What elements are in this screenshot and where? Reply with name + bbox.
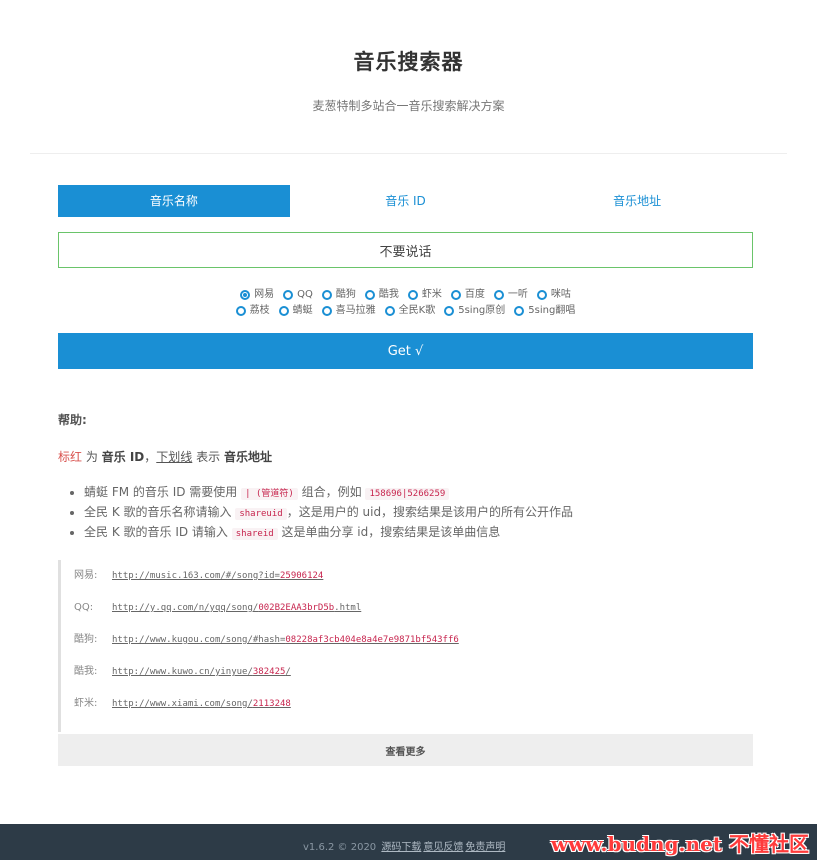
example-link[interactable]: http://www.xiami.com/song/2113248: [112, 699, 291, 709]
source-label: 酷我: [378, 289, 399, 300]
footer-link-disclaimer[interactable]: 免责声明: [465, 842, 505, 853]
source-radio[interactable]: 蜻蜓: [278, 303, 313, 319]
get-button[interactable]: Get √: [58, 333, 753, 369]
source-label: 咪咕: [550, 289, 571, 300]
source-label: 虾米: [421, 289, 442, 300]
radio-circle-icon[interactable]: [321, 306, 332, 316]
legend-text: 为: [82, 450, 102, 464]
source-label: 网易: [254, 289, 275, 300]
radio-circle-icon[interactable]: [240, 290, 251, 300]
radio-circle-icon[interactable]: [493, 290, 504, 300]
tab-music-id[interactable]: 音乐 ID: [290, 185, 522, 217]
radio-circle-icon[interactable]: [384, 306, 395, 316]
source-label: 蜻蜓: [292, 305, 313, 316]
source-radio[interactable]: 酷狗: [321, 287, 356, 303]
radio-circle-icon[interactable]: [450, 290, 461, 300]
source-radio[interactable]: 咪咕: [536, 287, 571, 303]
radio-circle-icon[interactable]: [407, 290, 418, 300]
example-link[interactable]: http://www.kuwo.cn/yinyue/382425/: [112, 667, 291, 677]
source-radio[interactable]: 网易: [240, 287, 274, 303]
example-row: QQ: http://y.qq.com/n/yqq/song/002B2EAA3b…: [74, 602, 362, 613]
help-item: 蜻蜓 FM 的音乐 ID 需要使用 | (管道符) 组合，例如 158696|5…: [84, 483, 753, 503]
source-label: 一听: [507, 289, 528, 300]
source-radio[interactable]: 5sing原创: [444, 303, 505, 319]
radio-circle-icon[interactable]: [514, 306, 525, 316]
page-footer: v1.6.2 © 2020 源码下载 意见反馈 免责声明 www.budng.net…: [0, 824, 817, 860]
example-row: 虾米: http://www.xiami.com/song/2113248: [74, 698, 291, 709]
example-link[interactable]: http://music.163.com/#/song?id=25906124: [112, 571, 323, 581]
legend-bold-id: 音乐 ID: [101, 450, 145, 464]
source-label: 酷狗: [335, 289, 356, 300]
legend-text: 表示: [192, 450, 224, 464]
search-mode-tabs: 音乐名称 音乐 ID 音乐地址: [58, 185, 753, 217]
tab-music-url[interactable]: 音乐地址: [521, 185, 753, 217]
help-title: 帮助:: [58, 413, 87, 427]
example-row: 网易: http://music.163.com/#/song?id=259061…: [74, 570, 324, 581]
example-link[interactable]: http://y.qq.com/n/yqq/song/002B2EAA3brD5…: [112, 603, 361, 613]
footer-text: v1.6.2 © 2020 源码下载 意见反馈 免责声明: [303, 838, 505, 853]
source-label: 全民K歌: [398, 305, 436, 316]
legend-bold-url: 音乐地址: [223, 450, 272, 464]
radio-circle-icon[interactable]: [536, 290, 547, 300]
radio-circle-icon[interactable]: [235, 306, 246, 316]
tab-music-name[interactable]: 音乐名称: [58, 185, 290, 217]
source-radio[interactable]: 虾米: [407, 287, 442, 303]
help-item: 全民 K 歌的音乐 ID 请输入 shareid 这是单曲分享 id，搜索结果是…: [84, 523, 753, 543]
radio-circle-icon[interactable]: [364, 290, 375, 300]
example-row: 酷狗: http://www.kugou.com/song/#hash=08228…: [74, 634, 459, 645]
help-item: 全民 K 歌的音乐名称请输入 shareuid，这是用户的 uid，搜索结果是该…: [84, 503, 753, 523]
footer-version: v1.6.2 © 2020: [303, 842, 380, 853]
legend-underline: 下划线: [156, 450, 193, 464]
show-more-button[interactable]: 查看更多: [58, 734, 753, 766]
source-radio[interactable]: 一听: [493, 287, 528, 303]
source-radio-group: 网易 QQ 酷狗 酷我 虾米 百度 一听 咪咕 荔枝 蜻蜓 喜马拉雅 全民K歌 5sing原创 5sin…: [58, 287, 753, 319]
source-radio[interactable]: 百度: [450, 287, 485, 303]
source-row-1: 网易 QQ 酷狗 酷我 虾米 百度 一听 咪咕: [58, 287, 753, 303]
source-radio[interactable]: 荔枝: [235, 303, 270, 319]
source-label: 百度: [464, 289, 485, 300]
radio-circle-icon[interactable]: [278, 306, 289, 316]
search-input[interactable]: [58, 232, 753, 268]
example-link[interactable]: http://www.kugou.com/song/#hash=08228af3…: [112, 635, 459, 645]
footer-link-source[interactable]: 源码下载: [381, 842, 421, 853]
example-urls: 网易: http://music.163.com/#/song?id=259061…: [58, 560, 753, 732]
help-legend: 标红 为 音乐 ID，下划线 表示 音乐地址: [58, 448, 753, 465]
main-panel: 音乐名称 音乐 ID 音乐地址 网易 QQ 酷狗 酷我 虾米 百度 一听 咪咕 荔枝 蜻蜓 喜马拉…: [58, 185, 753, 766]
source-radio[interactable]: QQ: [283, 287, 313, 303]
source-radio[interactable]: 酷我: [364, 287, 399, 303]
example-row: 酷我: http://www.kuwo.cn/yinyue/382425/: [74, 666, 291, 677]
footer-link-feedback[interactable]: 意见反馈: [423, 842, 463, 853]
page-title: 音乐搜索器: [353, 50, 464, 74]
help-list: 蜻蜓 FM 的音乐 ID 需要使用 | (管道符) 组合，例如 158696|5…: [58, 483, 753, 543]
radio-circle-icon[interactable]: [321, 290, 332, 300]
source-label: 荔枝: [249, 305, 270, 316]
source-row-2: 荔枝 蜻蜓 喜马拉雅 全民K歌 5sing原创 5sing翻唱: [58, 303, 753, 319]
page-subtitle: 麦葱特制多站合一音乐搜索解决方案: [312, 99, 505, 113]
page-header: 音乐搜索器 麦葱特制多站合一音乐搜索解决方案: [30, 0, 787, 154]
legend-text: ，: [144, 450, 157, 464]
source-label: QQ: [297, 289, 313, 300]
source-radio[interactable]: 5sing翻唱: [514, 303, 575, 319]
site-watermark: www.budng.net 不懂社区: [550, 832, 809, 856]
radio-circle-icon[interactable]: [444, 306, 455, 316]
radio-circle-icon[interactable]: [283, 290, 294, 300]
source-label: 5sing翻唱: [528, 305, 576, 316]
source-radio[interactable]: 全民K歌: [384, 303, 436, 319]
source-label: 喜马拉雅: [335, 305, 376, 316]
legend-red: 标红: [58, 450, 83, 464]
source-label: 5sing原创: [458, 305, 506, 316]
source-radio[interactable]: 喜马拉雅: [321, 303, 376, 319]
